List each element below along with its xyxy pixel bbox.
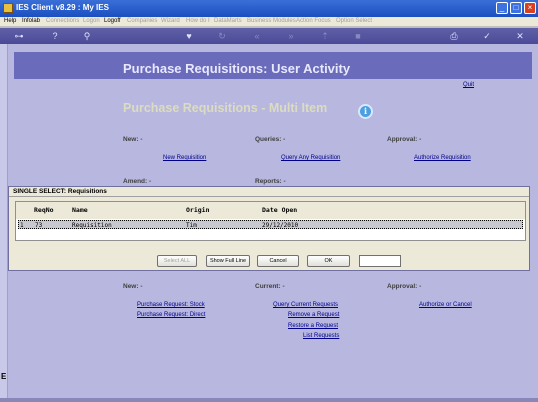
check-icon[interactable]: ✓ xyxy=(481,30,493,42)
window-titlebar: IES Client v8.29 : My IES _ □ × xyxy=(0,0,538,17)
show-full-line-button[interactable]: Show Full Line xyxy=(206,255,250,267)
back-icon[interactable]: « xyxy=(251,30,263,42)
refresh-icon[interactable]: ↻ xyxy=(216,30,228,42)
toolbar: ⊶ ? ⚲ ♥ ↻ « » ⇡ ■ ⎙ ✓ ✕ xyxy=(0,28,538,44)
new-requisition-link[interactable]: New Requisition xyxy=(163,155,206,161)
row-name: Requisition xyxy=(72,222,112,229)
row-date-open: 29/12/2010 xyxy=(262,222,299,229)
current-heading: Current: - xyxy=(255,283,285,290)
print-icon[interactable]: ⎙ xyxy=(448,30,460,42)
menu-infolab[interactable]: Infolab xyxy=(22,18,40,24)
menu-action-focus[interactable]: Action Focus xyxy=(296,18,331,24)
dialog-title: SINGLE SELECT: Requisitions xyxy=(9,187,529,197)
menu-connections[interactable]: Connections xyxy=(46,18,79,24)
close-window-button[interactable]: × xyxy=(524,2,536,14)
reports-heading: Reports: - xyxy=(255,178,286,185)
purchase-request-stock-link[interactable]: Purchase Request: Stock xyxy=(137,302,205,308)
status-strip xyxy=(0,398,538,402)
query-current-requests-link[interactable]: Query Current Requests xyxy=(273,302,338,308)
app-icon xyxy=(3,3,13,13)
heart-icon[interactable]: ♥ xyxy=(183,30,195,42)
query-any-requisition-link[interactable]: Query Any Requisition xyxy=(281,155,340,161)
column-date-open[interactable]: Date Open xyxy=(262,206,297,214)
minimize-button[interactable]: _ xyxy=(496,2,508,14)
maximize-button[interactable]: □ xyxy=(510,2,522,14)
menu-logoff[interactable]: Logoff xyxy=(104,18,121,24)
new-heading: New: - xyxy=(123,136,143,143)
column-origin[interactable]: Origin xyxy=(186,206,209,214)
authorize-requisition-link[interactable]: Authorize Requisition xyxy=(414,155,471,161)
window-title: IES Client v8.29 : My IES xyxy=(16,3,109,12)
menu-wizard[interactable]: Wizard xyxy=(161,18,180,24)
remove-request-link[interactable]: Remove a Request xyxy=(288,312,339,318)
new-heading-lower: New: - xyxy=(123,283,143,290)
quit-link[interactable]: Quit xyxy=(463,82,474,88)
requisitions-grid: ReqNo Name Origin Date Open 1 73 Requisi… xyxy=(15,201,526,241)
left-strip: E xyxy=(0,44,8,402)
page-title: Purchase Requisitions: User Activity xyxy=(123,61,351,76)
search-icon[interactable]: ⚲ xyxy=(81,30,93,42)
page-subtitle: Purchase Requisitions - Multi Item xyxy=(123,101,328,115)
queries-heading: Queries: - xyxy=(255,136,286,143)
authorize-or-cancel-link[interactable]: Authorize or Cancel xyxy=(419,302,472,308)
approval-heading: Approval: - xyxy=(387,136,422,143)
select-all-button[interactable]: Select ALL xyxy=(157,255,197,267)
menu-option-select[interactable]: Option Select xyxy=(336,18,372,24)
menu-datamarts[interactable]: DataMarts xyxy=(214,18,242,24)
row-origin: Tim xyxy=(186,222,197,229)
grid-header: ReqNo Name Origin Date Open xyxy=(16,202,525,219)
close-icon[interactable]: ✕ xyxy=(514,30,526,42)
column-reqno[interactable]: ReqNo xyxy=(34,206,54,214)
menu-how-do-i[interactable]: How do I xyxy=(186,18,210,24)
column-name[interactable]: Name xyxy=(72,206,88,214)
side-marker: E xyxy=(1,372,7,381)
restore-request-link[interactable]: Restore a Request xyxy=(288,323,338,329)
select-dialog: SINGLE SELECT: Requisitions ReqNo Name O… xyxy=(8,186,530,271)
menu-business-modules[interactable]: Business Modules xyxy=(247,18,296,24)
stop-icon[interactable]: ■ xyxy=(352,30,364,42)
forward-icon[interactable]: » xyxy=(285,30,297,42)
help-icon[interactable]: ? xyxy=(49,30,61,42)
dialog-input[interactable] xyxy=(359,255,401,267)
purchase-request-direct-link[interactable]: Purchase Request: Direct xyxy=(137,312,205,318)
list-requests-link[interactable]: List Requests xyxy=(303,333,339,339)
menu-help[interactable]: Help xyxy=(4,18,16,24)
table-row[interactable]: 1 73 Requisition Tim 29/12/2010 xyxy=(18,220,523,229)
upload-icon[interactable]: ⇡ xyxy=(319,30,331,42)
ok-button[interactable]: OK xyxy=(307,255,350,267)
row-reqno: 73 xyxy=(35,222,43,229)
menu-logon[interactable]: Logon xyxy=(83,18,100,24)
info-icon[interactable]: i xyxy=(358,104,373,119)
amend-heading: Amend: - xyxy=(123,178,152,185)
row-index: 1 xyxy=(20,222,24,229)
menu-bar: Help Infolab Connections Logon Logoff Co… xyxy=(0,17,538,27)
key-icon[interactable]: ⊶ xyxy=(10,30,28,42)
cancel-button[interactable]: Cancel xyxy=(257,255,299,267)
menu-companies[interactable]: Companies xyxy=(127,18,157,24)
approval-heading-lower: Approval: - xyxy=(387,283,422,290)
